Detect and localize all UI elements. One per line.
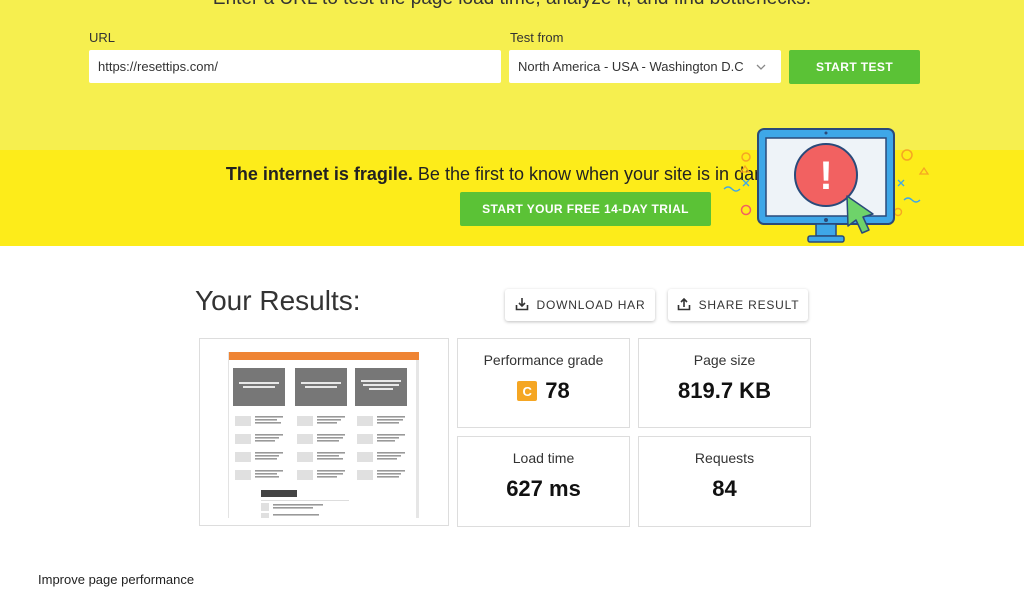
promo-headline-bold: The internet is fragile. (225, 164, 413, 184)
performance-grade-card: Performance grade C 78 (457, 338, 630, 428)
requests-value: 84 (712, 476, 737, 501)
decor-cross-icon (742, 179, 750, 187)
chevron-down-icon (756, 61, 766, 73)
free-trial-button[interactable]: START YOUR FREE 14-DAY TRIAL (460, 192, 711, 226)
page-size-label: Page size (693, 352, 756, 368)
load-time-value: 627 ms (506, 476, 581, 501)
results-title: Your Results: (195, 285, 361, 316)
thumbnail-header-bar (229, 352, 419, 360)
requests-label: Requests (694, 450, 755, 466)
decor-circle-icon (741, 152, 751, 162)
share-result-button[interactable]: SHARE RESULT (668, 289, 808, 321)
url-label: URL (89, 30, 116, 45)
performance-grade-value-row: C 78 (517, 378, 570, 404)
alert-exclamation: ! (819, 154, 832, 198)
load-time-card: Load time 627 ms (457, 436, 630, 527)
page-size-card: Page size 819.7 KB (638, 338, 811, 428)
thumbnail-scrollbar (416, 360, 419, 518)
grade-badge: C (517, 381, 538, 401)
improve-performance-heading: Improve page performance (38, 572, 195, 587)
decor-wave-icon (903, 197, 921, 203)
start-test-button[interactable]: START TEST (789, 50, 920, 84)
decor-circle-icon (901, 149, 913, 161)
intro-text: Enter a URL to test the page load time, … (0, 0, 1024, 10)
decor-circle-icon (740, 204, 752, 216)
decor-triangle-icon (739, 164, 751, 173)
performance-grade-label: Performance grade (483, 352, 604, 368)
download-har-label: DOWNLOAD HAR (536, 298, 646, 312)
monitor-stand (807, 235, 845, 243)
url-input[interactable] (89, 50, 501, 83)
download-icon (515, 297, 529, 314)
requests-card: Requests 84 (638, 436, 811, 527)
thumbnail-content (233, 368, 407, 518)
share-icon (677, 297, 691, 314)
page-size-value: 819.7 KB (678, 378, 771, 403)
download-har-button[interactable]: DOWNLOAD HAR (505, 289, 655, 321)
test-location-value: North America - USA - Washington D.C (518, 59, 744, 74)
monitor-alert-illustration: ! (723, 128, 930, 243)
test-from-label: Test from (510, 30, 564, 45)
performance-grade-value: 78 (545, 378, 570, 403)
decor-triangle-icon (918, 166, 930, 175)
page-screenshot-thumbnail[interactable] (199, 338, 449, 526)
decor-circle-icon (893, 207, 903, 217)
decor-cross-icon (897, 179, 905, 187)
test-location-select[interactable]: North America - USA - Washington D.C (509, 50, 781, 83)
share-result-label: SHARE RESULT (698, 298, 800, 312)
monitor-neck (815, 223, 837, 237)
load-time-label: Load time (512, 450, 575, 466)
decor-wave-icon (723, 186, 741, 192)
thumbnail-frame (228, 352, 419, 518)
